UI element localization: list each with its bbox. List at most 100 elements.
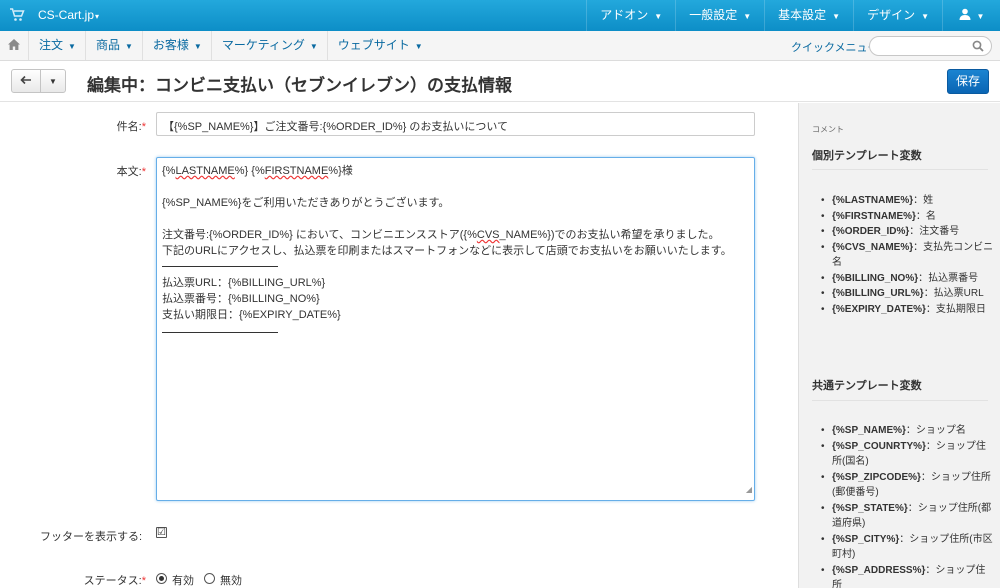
- chevron-down-icon: ▼: [124, 42, 133, 51]
- chevron-down-icon: ▼: [743, 12, 752, 21]
- top-menu-basic-settings-label: 基本設定: [778, 8, 827, 22]
- cart-icon[interactable]: [9, 8, 25, 22]
- top-menu-addons[interactable]: アドオン ▼: [586, 0, 675, 31]
- form-area: 件名:* 【{%SP_NAME%}】ご注文番号:{%ORDER_ID%} のお支…: [0, 103, 798, 588]
- page-header: ▼ 編集中：コンビニ支払い（セブンイレブン）の支払情報 保存: [0, 61, 1000, 102]
- status-disabled-label: 無効: [220, 575, 242, 587]
- variable-desc: ：支払期限日: [925, 303, 986, 315]
- body-label: 本文:*: [80, 163, 146, 179]
- back-dropdown-button[interactable]: ▼: [41, 70, 65, 92]
- variable-name: {%EXPIRY_DATE%}: [832, 303, 926, 315]
- variable-name: {%LASTNAME%}: [832, 195, 914, 206]
- back-arrow-icon: [20, 74, 32, 88]
- list-item: {%BILLING_NO%}：払込票番号: [821, 271, 995, 287]
- back-button[interactable]: [12, 70, 41, 92]
- main-nav: 注文 ▼ 商品 ▼ お客様 ▼ マーケティング ▼ ウェブサイト ▼ クイックメニュー: [0, 31, 1000, 61]
- status-disabled-radio[interactable]: [204, 573, 215, 584]
- variable-desc: ：ショップ名: [905, 425, 966, 436]
- nav-orders-label: 注文: [39, 38, 64, 52]
- nav-website-label: ウェブサイト: [337, 38, 410, 52]
- nav-customers-label: お客様: [152, 38, 189, 52]
- body-divider: [162, 332, 278, 333]
- variable-desc: ：姓: [913, 195, 934, 206]
- nav-products-label: 商品: [95, 38, 120, 52]
- list-item: {%SP_COUNRTY%}：ショップ住所(国名): [821, 439, 995, 470]
- status-active-radio[interactable]: [156, 573, 167, 584]
- body-text: FIRSTNAME: [264, 165, 329, 177]
- user-menu[interactable]: ▼: [942, 0, 1000, 31]
- chevron-down-icon: ▼: [309, 42, 318, 51]
- home-icon: [8, 38, 20, 53]
- footer-checkbox[interactable]: ☑: [156, 527, 167, 538]
- subject-label: 件名:*: [80, 118, 146, 134]
- variable-name: {%SP_ADDRESS%}: [832, 564, 926, 576]
- list-item: {%SP_NAME%}：ショップ名: [821, 423, 995, 439]
- nav-products[interactable]: 商品 ▼: [86, 31, 143, 60]
- home-button[interactable]: [0, 31, 29, 60]
- status-label: ステータス:*: [60, 572, 146, 588]
- chevron-down-icon: ▼: [49, 76, 57, 86]
- top-menu-design-label: デザイン: [867, 8, 916, 22]
- variable-name: {%FIRSTNAME%}: [832, 210, 916, 222]
- list-item: {%SP_STATE%}：ショップ住所(都道府県): [821, 501, 995, 532]
- common-variables-list: {%SP_NAME%}：ショップ名 {%SP_COUNRTY%}：ショップ住所(…: [821, 423, 995, 588]
- search-input[interactable]: [878, 37, 974, 55]
- page-title: 編集中：コンビニ支払い（セブンイレブン）の支払情報: [87, 76, 512, 95]
- user-icon: [959, 8, 971, 22]
- body-text: 注文番号:{%ORDER_ID%} において、コンビニエンスストア({%: [162, 229, 477, 241]
- sidebar-small-title: コメント: [812, 125, 844, 134]
- body-line: 下記のURLにアクセスし、払込票を印刷またはスマートフォンなどに表示して店頭でお…: [162, 245, 732, 257]
- store-switcher[interactable]: CS-Cart.jp▾: [38, 8, 99, 22]
- chevron-down-icon: ▼: [193, 42, 202, 51]
- top-menu-basic-settings[interactable]: 基本設定 ▼: [764, 0, 853, 31]
- chevron-down-icon: ▼: [976, 12, 985, 21]
- sidebar-divider: [812, 169, 988, 170]
- variable-name: {%SP_NAME%}: [832, 425, 906, 436]
- body-line: {%SP_NAME%}をご利用いただきありがとうございます。: [162, 197, 450, 209]
- chevron-down-icon: ▼: [654, 12, 663, 21]
- body-line: 払込票番号：{%BILLING_NO%}: [162, 293, 320, 305]
- list-item: {%CVS_NAME%}：支払先コンビニ名: [821, 240, 995, 271]
- nav-orders[interactable]: 注文 ▼: [29, 31, 86, 60]
- status-label-text: ステータス:: [83, 575, 142, 587]
- required-mark: *: [141, 575, 146, 587]
- quick-menu-link[interactable]: クイックメニュー: [791, 39, 879, 55]
- variable-name: {%SP_CITY%}: [832, 533, 900, 545]
- variable-name: {%BILLING_URL%}: [832, 288, 924, 299]
- list-item: {%SP_ZIPCODE%}：ショップ住所(郵便番号): [821, 470, 995, 501]
- list-item: {%SP_CITY%}：ショップ住所(市区町村): [821, 532, 995, 563]
- top-menu-general-settings[interactable]: 一般設定 ▼: [675, 0, 764, 31]
- body-textarea[interactable]: {%LASTNAME%} {%FIRSTNAME%}様 {%SP_NAME%}を…: [156, 157, 755, 501]
- list-item: {%EXPIRY_DATE%}：支払期限日: [821, 302, 995, 318]
- variable-desc: ：払込票URL: [923, 288, 984, 299]
- body-text: %} {%: [234, 165, 265, 177]
- variable-desc: ：払込票番号: [918, 272, 979, 284]
- required-mark: *: [141, 166, 146, 178]
- sidebar-divider: [812, 400, 988, 401]
- variable-name: {%CVS_NAME%}: [832, 241, 914, 253]
- variable-desc: ：注文番号: [909, 226, 960, 237]
- sidebar-section-title: 個別テンプレート変数: [812, 150, 922, 162]
- variable-desc: ：名: [915, 210, 936, 222]
- chevron-down-icon: ▼: [921, 12, 929, 21]
- chevron-down-icon: ▼: [68, 42, 76, 51]
- resize-handle-icon[interactable]: ◢: [746, 482, 752, 498]
- list-item: {%LASTNAME%}：姓: [821, 193, 995, 209]
- sidebar-section-title: 共通テンプレート変数: [812, 380, 922, 392]
- body-text: %}様: [328, 165, 353, 177]
- body-line: {%LASTNAME%} {%FIRSTNAME%}様: [162, 163, 749, 179]
- nav-website[interactable]: ウェブサイト ▼: [328, 31, 432, 60]
- body-text: CVS: [476, 229, 500, 241]
- variable-name: {%ORDER_ID%}: [832, 226, 910, 237]
- save-button[interactable]: 保存: [947, 69, 989, 94]
- variable-name: {%SP_ZIPCODE%}: [832, 471, 921, 483]
- chevron-down-icon: ▼: [414, 42, 423, 51]
- search-icon[interactable]: [972, 40, 984, 52]
- nav-marketing[interactable]: マーケティング ▼: [212, 31, 328, 60]
- subject-label-text: 件名:: [116, 121, 142, 133]
- footer-label: フッターを表示する:: [40, 531, 143, 543]
- required-mark: *: [141, 121, 146, 133]
- top-menu-design[interactable]: デザイン ▼: [853, 0, 942, 31]
- nav-customers[interactable]: お客様 ▼: [143, 31, 212, 60]
- subject-input[interactable]: 【{%SP_NAME%}】ご注文番号:{%ORDER_ID%} のお支払いについ…: [156, 112, 755, 136]
